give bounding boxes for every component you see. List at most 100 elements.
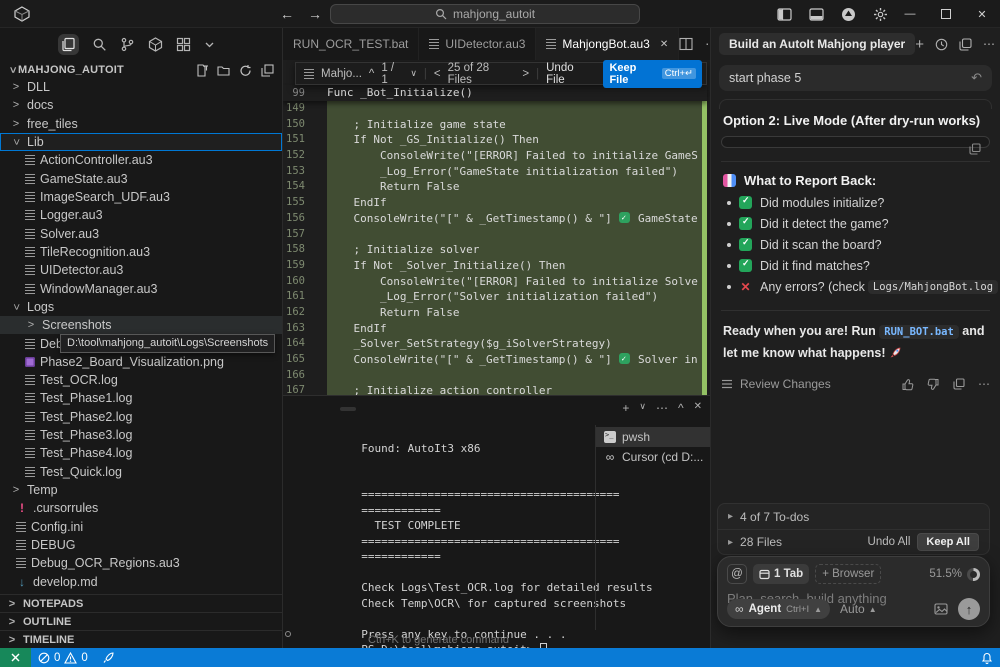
new-file-icon[interactable] [195,64,208,77]
attach-image-icon[interactable] [934,602,948,616]
restore-checkpoint-icon[interactable]: ↶ [971,70,982,86]
command-center-search[interactable]: mahjong_autoit [330,4,640,24]
tree-item[interactable]: Test_Phase2.log [0,408,282,426]
status-item[interactable] [960,639,974,658]
files-row[interactable]: ▸ 28 Files Undo All Keep All [718,529,989,554]
tree-item[interactable]: Temp [0,481,282,499]
feedback-rocket-icon[interactable] [95,648,122,667]
new-chat-icon[interactable]: + [915,36,924,53]
editor-tab[interactable]: RUN_OCR_TEST.bat [283,28,419,60]
menu-item[interactable] [72,7,90,21]
prev-file-icon[interactable]: < [434,68,441,80]
thumbs-down-icon[interactable] [927,378,940,391]
source-control-icon[interactable] [120,37,135,52]
cursor-ai-icon[interactable] [841,7,856,22]
explorer-icon[interactable] [58,34,79,55]
tree-item[interactable]: Test_Phase3.log [0,426,282,444]
menu-item[interactable] [90,7,108,21]
undo-file-button[interactable]: Undo File [546,62,594,86]
tree-item[interactable]: Logger.au3 [0,206,282,224]
user-message[interactable]: start phase 5 ↶ [719,65,992,91]
code-editor[interactable]: 149 150 ; Initialize game state 151 If N… [283,60,710,395]
open-in-editor-icon[interactable] [959,38,972,51]
tree-item[interactable]: GameState.au3 [0,170,282,188]
close-button[interactable]: ✕ [964,0,1000,28]
nav-forward-icon[interactable]: → [308,6,322,22]
tree-item[interactable]: Solver.au3 [0,225,282,243]
sidebar-section-notepads[interactable]: NOTEPADS [0,594,282,612]
terminal-dropdown-icon[interactable]: ∨ [639,401,646,415]
tree-item[interactable]: Test_Phase1.log [0,389,282,407]
editor-tab[interactable]: UIDetector.au3 [419,28,536,60]
copy-icon[interactable] [969,143,981,155]
tree-item[interactable]: Lib [0,133,282,151]
minimize-button[interactable]: — [892,0,928,28]
notifications-bell-icon[interactable] [974,648,1000,667]
tree-item[interactable]: free_tiles [0,115,282,133]
problems-status[interactable]: 0 0 [31,648,95,667]
close-panel-icon[interactable]: ✕ [694,401,702,415]
close-tab-icon[interactable]: ✕ [660,39,668,50]
menu-item[interactable] [108,7,126,21]
tree-item[interactable]: DLL [0,78,282,96]
status-item[interactable] [960,601,974,620]
agent-mode-selector[interactable]: ∞ Agent Ctrl+I ▲ [727,599,830,619]
extensions-icon[interactable] [176,37,191,52]
tree-item[interactable]: Debug_OCR_Regions.au3 [0,554,282,572]
status-item[interactable] [960,620,974,639]
chat-tab-title[interactable]: Build an AutoIt Mahjong player [719,33,915,55]
sidebar-section-timeline[interactable]: TIMELINE [0,630,282,648]
undo-all-button[interactable]: Undo All [868,536,911,548]
model-selector[interactable]: Auto▲ [840,602,877,616]
thumbs-up-icon[interactable] [901,378,914,391]
tree-item[interactable]: Logs [0,298,282,316]
keep-file-button[interactable]: Keep FileCtrl+↵ [603,60,702,88]
panel-tab[interactable] [340,407,356,411]
next-file-icon[interactable]: > [522,68,529,80]
history-icon[interactable] [935,38,948,51]
maximize-button[interactable] [928,0,964,28]
tree-item[interactable]: Test_Phase4.log [0,444,282,462]
remote-explorer-icon[interactable] [148,37,163,52]
keep-all-button[interactable]: Keep All [917,533,979,551]
add-browser-chip[interactable]: + Browser [815,564,881,584]
tree-item[interactable]: Screenshots [0,316,282,334]
new-folder-icon[interactable] [217,64,230,77]
tree-item[interactable]: develop.md [0,572,282,590]
maximize-panel-icon[interactable]: ^ [678,401,684,415]
tree-item[interactable]: Phase2_Board_Visualization.png [0,353,282,371]
tree-item[interactable]: UIDetector.au3 [0,261,282,279]
terminal-instance[interactable]: pwsh [596,427,710,447]
mention-button[interactable]: @ [727,564,747,584]
todos-row[interactable]: ▸ 4 of 7 To-dos [718,504,989,529]
prev-diff-icon[interactable]: ^ [369,68,374,80]
chat-more-icon[interactable]: ⋯ [983,37,995,51]
split-editor-icon[interactable] [679,37,693,51]
copy-icon[interactable] [953,378,965,390]
terminal-more-icon[interactable]: ⋯ [656,401,668,415]
tree-item[interactable]: DEBUG [0,536,282,554]
collapse-all-icon[interactable] [261,64,274,77]
message-more-icon[interactable]: ⋯ [978,377,990,391]
tree-item[interactable]: WindowManager.au3 [0,279,282,297]
tree-item[interactable]: ActionController.au3 [0,151,282,169]
terminal-instance[interactable]: Cursor (cd D:... [596,447,710,467]
menu-item[interactable] [36,7,54,21]
tree-item[interactable]: TileRecognition.au3 [0,243,282,261]
tab-context-chip[interactable]: 1 Tab [753,564,809,584]
new-terminal-icon[interactable]: + [622,401,629,415]
menu-item[interactable] [54,7,72,21]
editor-tab[interactable]: MahjongBot.au3 ✕ [536,28,679,60]
tree-item[interactable]: Config.ini [0,518,282,536]
toggle-panel-icon[interactable] [809,7,824,22]
review-changes-row[interactable]: Review Changes ⋯ [721,377,990,391]
sidebar-section-outline[interactable]: OUTLINE [0,612,282,630]
menu-item[interactable] [126,7,144,21]
tree-item[interactable]: docs [0,96,282,114]
terminal-output[interactable]: Found: AutoIt3 x86 =====================… [295,425,594,642]
settings-gear-icon[interactable] [873,7,888,22]
refresh-icon[interactable] [239,64,252,77]
nav-back-icon[interactable]: ← [280,6,294,22]
tree-item[interactable]: .cursorrules [0,499,282,517]
tree-item[interactable]: Test_Quick.log [0,463,282,481]
